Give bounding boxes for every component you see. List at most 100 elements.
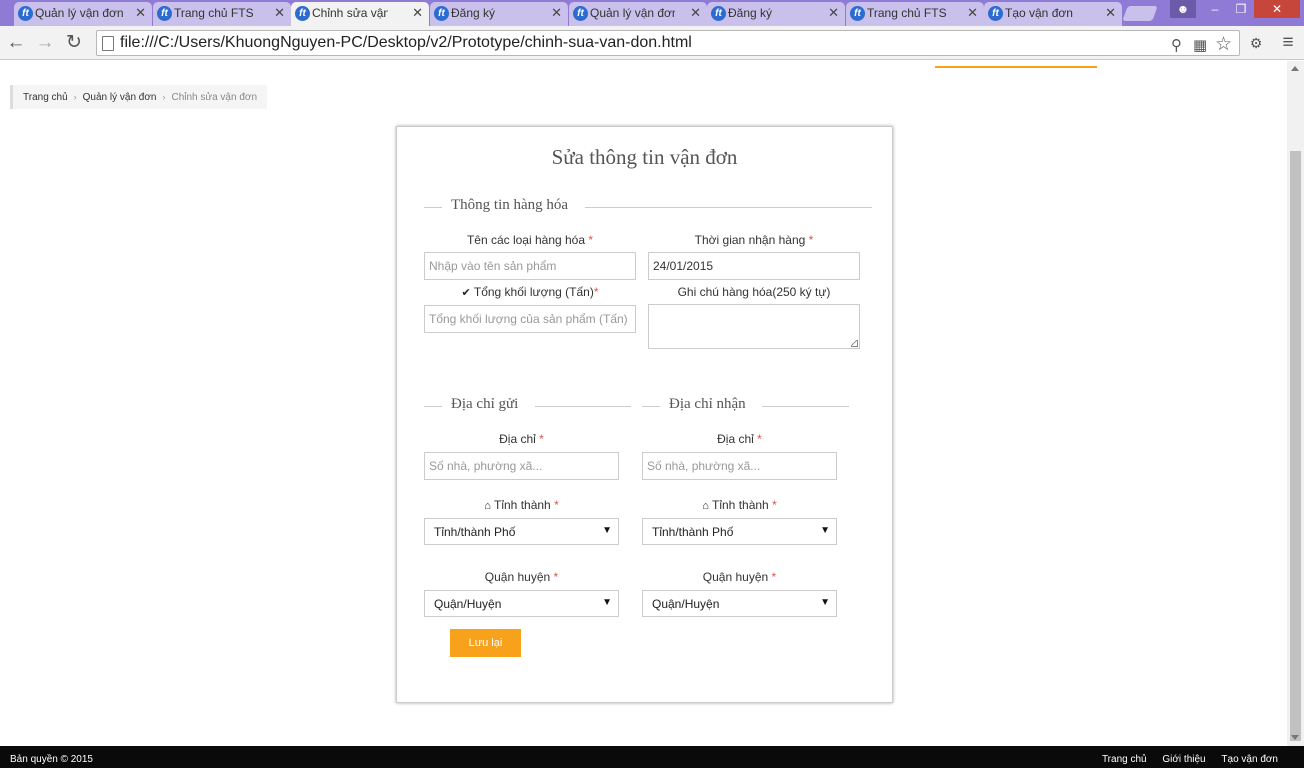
sender-section-legend: Địa chỉ gửi xyxy=(424,396,631,416)
receiver-address-label: Địa chỉ * xyxy=(642,432,837,446)
site-favicon-icon: ft xyxy=(573,6,588,21)
footer-link-create-shipment[interactable]: Tạo vận đơn xyxy=(1221,754,1278,765)
site-favicon-icon: ft xyxy=(295,6,310,21)
zoom-icon[interactable]: ⚲ xyxy=(1171,36,1182,54)
save-button[interactable]: Lưu lại xyxy=(450,629,521,657)
tab-title: Tạo vận đơn xyxy=(1005,6,1073,20)
note-textarea[interactable] xyxy=(648,304,860,349)
site-favicon-icon: ft xyxy=(988,6,1003,21)
back-arrow-icon[interactable]: ← xyxy=(4,31,28,55)
receiver-district-select[interactable]: Quận/Huyện ▼ xyxy=(642,590,837,617)
footer-link-home[interactable]: Trang chủ xyxy=(1102,754,1147,765)
close-icon[interactable]: ✕ xyxy=(828,2,839,24)
receiver-district-label-text: Quận huyện xyxy=(702,570,769,584)
page-scrollbar[interactable] xyxy=(1287,61,1304,746)
browser-tab[interactable]: ft Trang chủ FTS ✕ xyxy=(846,2,984,26)
tab-title: Trang chủ FTS xyxy=(174,6,254,20)
forward-arrow-icon[interactable]: → xyxy=(33,31,57,55)
breadcrumb-home-link[interactable]: Trang chủ xyxy=(23,92,68,103)
sender-address-label: Địa chỉ * xyxy=(424,432,619,446)
bookmark-star-icon[interactable]: ☆ xyxy=(1215,33,1232,56)
required-mark: * xyxy=(757,432,762,446)
translate-icon[interactable]: ▦ xyxy=(1193,36,1207,54)
scroll-thumb[interactable] xyxy=(1290,151,1301,741)
menu-icon[interactable]: ≡ xyxy=(1276,31,1300,55)
browser-tab[interactable]: ft Đăng ký ✕ xyxy=(707,2,845,26)
browser-toolbar: ← → ↻ file:///C:/Users/KhuongNguyen-PC/D… xyxy=(0,26,1304,60)
resize-handle-icon[interactable] xyxy=(851,340,858,347)
check-circle-icon: ✔ xyxy=(461,287,471,299)
receive-time-input[interactable]: 24/01/2015 xyxy=(648,252,860,280)
browser-tab[interactable]: ft Tạo vận đơn ✕ xyxy=(984,2,1122,26)
footer-link-about[interactable]: Giới thiệu xyxy=(1162,754,1205,765)
receiver-address-input[interactable]: Số nhà, phường xã... xyxy=(642,452,837,480)
receive-time-label-text: Thời gian nhận hàng xyxy=(694,233,806,247)
sender-province-select[interactable]: Tỉnh/thành Phố ▼ xyxy=(424,518,619,545)
browser-tab[interactable]: ft Quản lý vận đơn ✕ xyxy=(14,2,152,26)
divider xyxy=(585,207,872,208)
divider xyxy=(424,207,442,208)
browser-tab-active[interactable]: ft Chỉnh sửa vận đơn ✕ xyxy=(291,2,429,26)
extension-icon[interactable]: ⚙ xyxy=(1244,31,1268,55)
address-bar[interactable]: file:///C:/Users/KhuongNguyen-PC/Desktop… xyxy=(96,30,1240,56)
receiver-section-legend: Địa chỉ nhận xyxy=(642,396,849,416)
browser-tab[interactable]: ft Đăng ký ✕ xyxy=(430,2,568,26)
scroll-up-icon[interactable] xyxy=(1291,66,1299,71)
sender-district-select[interactable]: Quận/Huyện ▼ xyxy=(424,590,619,617)
close-icon[interactable]: ✕ xyxy=(551,2,562,24)
sender-province-label: ⌂ Tỉnh thành * xyxy=(424,498,619,512)
goods-section-title: Thông tin hàng hóa xyxy=(451,197,569,213)
goods-name-input[interactable]: Nhập vào tên sản phẩm xyxy=(424,252,636,280)
receiver-district-label: Quận huyện * xyxy=(642,570,837,584)
copyright-text: Bản quyền © 2015 xyxy=(10,754,93,765)
close-icon[interactable]: ✕ xyxy=(690,2,701,24)
receiver-district-value: Quận/Huyện xyxy=(652,597,720,611)
user-profile-icon[interactable]: ☻ xyxy=(1170,0,1196,18)
chevron-right-icon: › xyxy=(162,92,166,102)
browser-tab-strip: ft Quản lý vận đơn ✕ ft Trang chủ FTS ✕ … xyxy=(0,0,1304,26)
required-mark: * xyxy=(539,432,544,446)
browser-tab[interactable]: ft Trang chủ FTS ✕ xyxy=(153,2,291,26)
minimize-icon[interactable]: – xyxy=(1202,0,1228,18)
caret-down-icon: ▼ xyxy=(820,525,830,536)
browser-tab[interactable]: ft Quản lý vận đơn ✕ xyxy=(569,2,707,26)
page-viewport: Trang chủ › Quản lý vận đơn › Chỉnh sửa vận … xyxy=(0,61,1287,746)
tab-title: Trang chủ FTS xyxy=(867,6,947,20)
sender-address-label-text: Địa chỉ xyxy=(499,432,536,446)
sender-district-label: Quận huyện * xyxy=(424,570,619,584)
receiver-province-value: Tỉnh/thành Phố xyxy=(652,525,734,539)
close-icon[interactable]: ✕ xyxy=(274,2,285,24)
sender-address-input[interactable]: Số nhà, phường xã... xyxy=(424,452,619,480)
required-mark: * xyxy=(588,233,594,247)
page-footer: Bản quyền © 2015 Trang chủ Giới thiệu Tạ… xyxy=(0,746,1304,768)
reload-icon[interactable]: ↻ xyxy=(62,31,86,55)
close-icon[interactable]: ✕ xyxy=(412,2,423,24)
caret-down-icon: ▼ xyxy=(820,597,830,608)
site-favicon-icon: ft xyxy=(157,6,172,21)
breadcrumb-list-link[interactable]: Quản lý vận đơn xyxy=(83,92,157,103)
receive-time-label: Thời gian nhận hàng * xyxy=(648,233,860,247)
site-favicon-icon: ft xyxy=(850,6,865,21)
new-tab-button[interactable] xyxy=(1122,6,1158,21)
home-icon: ⌂ xyxy=(484,500,491,512)
required-mark: * xyxy=(772,498,777,512)
sender-section-title: Địa chỉ gửi xyxy=(451,396,519,412)
caret-down-icon: ▼ xyxy=(602,597,612,608)
breadcrumb: Trang chủ › Quản lý vận đơn › Chỉnh sửa vận … xyxy=(10,85,267,109)
close-icon[interactable]: ✕ xyxy=(1105,2,1116,24)
breadcrumb-current: Chỉnh sửa vận đơn xyxy=(171,92,258,103)
close-icon[interactable]: ✕ xyxy=(135,2,146,24)
site-favicon-icon: ft xyxy=(434,6,449,21)
edit-shipment-form: Sửa thông tin vận đơn Thông tin hàng hóa… xyxy=(396,126,893,703)
window-close-icon[interactable]: ✕ xyxy=(1254,0,1300,18)
divider xyxy=(642,406,660,407)
required-mark: * xyxy=(554,498,559,512)
footer-links: Trang chủ Giới thiệu Tạo vận đơn xyxy=(1089,746,1278,774)
receiver-province-select[interactable]: Tỉnh/thành Phố ▼ xyxy=(642,518,837,545)
tab-title: Chỉnh sửa vận đơn xyxy=(312,6,388,20)
weight-input[interactable]: Tổng khối lượng của sản phẩm (Tấn) xyxy=(424,305,636,333)
close-icon[interactable]: ✕ xyxy=(967,2,978,24)
scroll-down-icon[interactable] xyxy=(1291,735,1299,740)
restore-icon[interactable]: ❐ xyxy=(1228,0,1254,18)
required-mark: * xyxy=(771,570,777,584)
